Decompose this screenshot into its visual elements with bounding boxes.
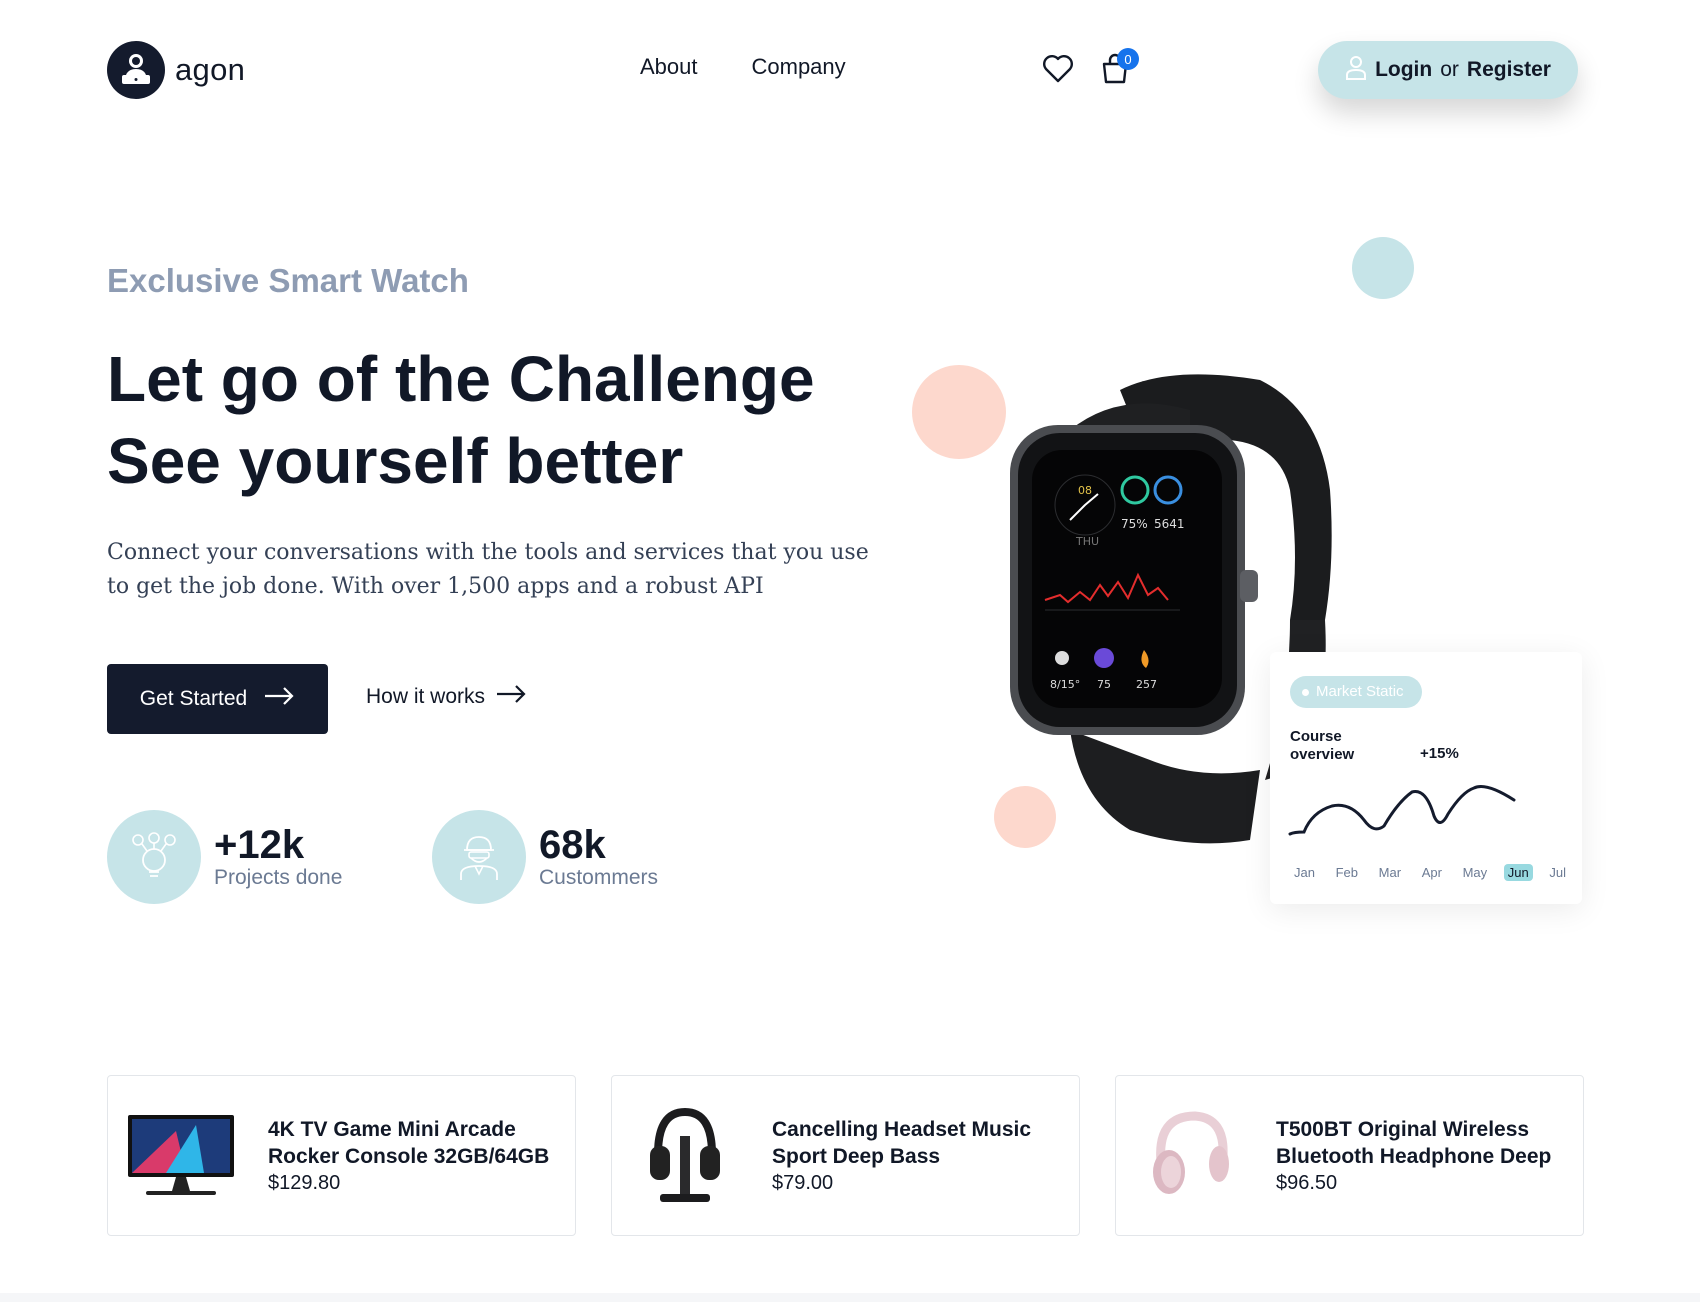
brand-logo[interactable]: agon xyxy=(107,41,245,99)
login-register-button[interactable]: Login or Register xyxy=(1318,41,1578,99)
product-name[interactable]: 4K TV Game Mini Arcade Rocker Console 32… xyxy=(268,1116,568,1170)
monitor-image xyxy=(126,1101,236,1211)
product-name[interactable]: Cancelling Headset Music Sport Deep Bass xyxy=(772,1116,1072,1170)
market-static-card: Market Static Course overview +15% Jan F… xyxy=(1270,652,1582,904)
get-started-button[interactable]: Get Started xyxy=(107,664,328,734)
user-laptop-icon xyxy=(107,41,165,99)
month-apr: Apr xyxy=(1421,865,1442,880)
brand-name: agon xyxy=(175,52,246,87)
svg-text:75%: 75% xyxy=(1121,517,1148,531)
login-label: Login xyxy=(1375,58,1433,81)
watch-hour: 08 xyxy=(1078,484,1092,497)
course-overview-title: Course overview xyxy=(1290,728,1355,763)
svg-text:THU: THU xyxy=(1075,535,1099,548)
headphones-pink-image xyxy=(1134,1101,1244,1211)
month-may: May xyxy=(1462,865,1488,880)
arrow-right-icon xyxy=(495,684,527,710)
main-nav: About Company xyxy=(640,54,846,80)
footer-band xyxy=(0,1293,1700,1302)
worker-icon xyxy=(432,810,526,904)
how-it-works-label: How it works xyxy=(366,685,486,708)
product-card[interactable]: T500BT Original Wireless Bluetooth Headp… xyxy=(1115,1075,1584,1236)
product-price: $79.00 xyxy=(772,1171,834,1194)
month-axis: Jan Feb Mar Apr May Jun Jul xyxy=(1290,864,1570,881)
svg-text:75: 75 xyxy=(1097,678,1111,691)
site-header: agon About Company 0 Login or Register xyxy=(0,0,1700,140)
product-list: 4K TV Game Mini Arcade Rocker Console 32… xyxy=(107,1075,1584,1236)
heart-icon[interactable] xyxy=(1040,50,1076,86)
stat-projects: +12k Projects done xyxy=(107,810,342,904)
month-jan: Jan xyxy=(1294,865,1315,880)
svg-text:8/15°: 8/15° xyxy=(1050,678,1080,691)
or-label: or xyxy=(1440,58,1459,81)
arrow-right-icon xyxy=(263,686,295,712)
month-mar: Mar xyxy=(1378,865,1402,880)
svg-text:257: 257 xyxy=(1136,678,1157,691)
how-it-works-link[interactable]: How it works xyxy=(366,684,527,710)
stat-label: Projects done xyxy=(214,866,343,889)
product-card[interactable]: Cancelling Headset Music Sport Deep Bass… xyxy=(611,1075,1080,1236)
get-started-label: Get Started xyxy=(139,687,248,710)
course-overview-change: +15% xyxy=(1420,745,1459,762)
nav-item-company[interactable]: Company xyxy=(752,54,846,80)
hero-lead: Connect your conversations with the tool… xyxy=(107,540,869,599)
nav-item-about[interactable]: About xyxy=(640,54,698,80)
month-jun[interactable]: Jun xyxy=(1503,864,1533,881)
stat-customers: 68k Custommers xyxy=(432,810,658,904)
product-name[interactable]: T500BT Original Wireless Bluetooth Headp… xyxy=(1276,1116,1576,1170)
register-label: Register xyxy=(1466,58,1551,81)
product-card[interactable]: 4K TV Game Mini Arcade Rocker Console 32… xyxy=(107,1075,576,1236)
product-price: $96.50 xyxy=(1276,1171,1338,1194)
headline-line-1: Let go of the Challenge xyxy=(107,343,815,415)
stat-value: 68k xyxy=(539,823,606,867)
user-icon xyxy=(1345,54,1367,86)
headphones-black-image xyxy=(630,1101,740,1211)
stat-label: Custommers xyxy=(539,866,659,889)
market-static-pill: Market Static xyxy=(1290,676,1422,708)
decor-circle-teal xyxy=(1352,237,1414,299)
hero-headline: Let go of the Challenge See yourself bet… xyxy=(107,338,907,502)
stat-value: +12k xyxy=(214,823,305,867)
product-price: $129.80 xyxy=(268,1171,341,1194)
svg-text:5641: 5641 xyxy=(1154,517,1185,531)
cart-count-badge: 0 xyxy=(1117,48,1139,70)
lightbulb-gear-icon xyxy=(107,810,201,904)
month-jul: Jul xyxy=(1549,865,1566,880)
hero-eyebrow: Exclusive Smart Watch xyxy=(107,262,469,299)
course-overview-sparkline xyxy=(1288,785,1516,836)
month-feb: Feb xyxy=(1335,865,1359,880)
headline-line-2: See yourself better xyxy=(107,425,684,497)
